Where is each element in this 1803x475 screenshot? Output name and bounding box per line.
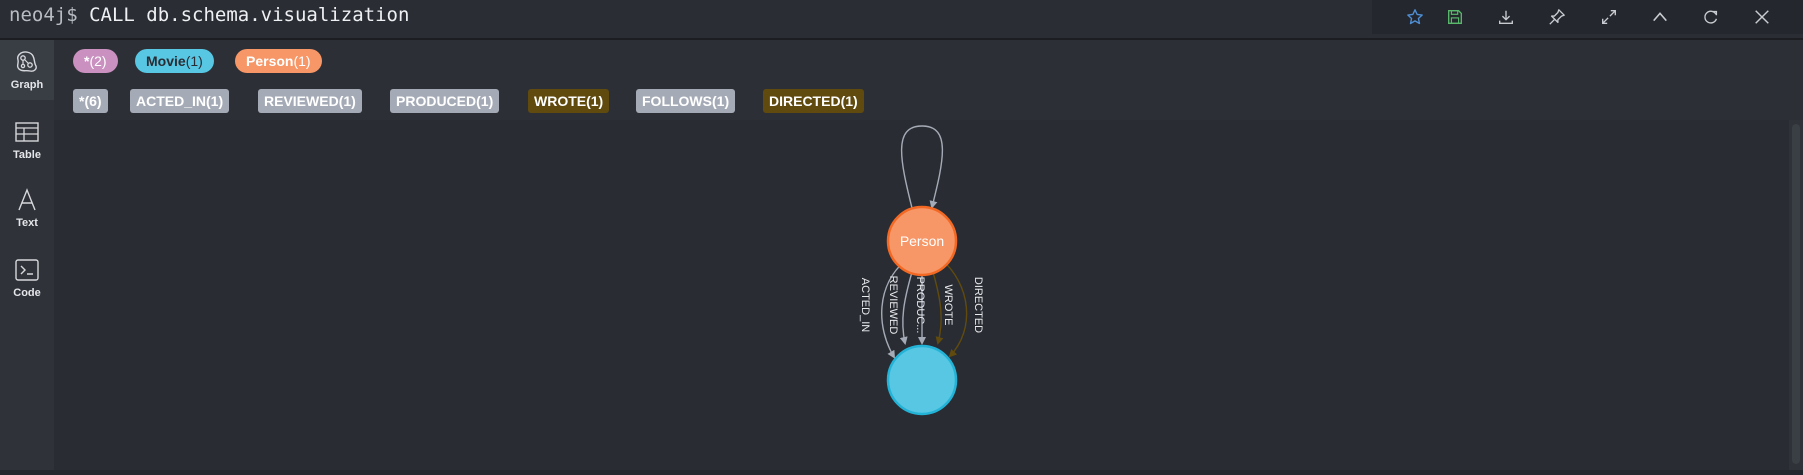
legend-rel-wrote[interactable]: WROTE(1) [528, 89, 610, 113]
sidebar-item-label: Text [16, 217, 38, 229]
edge-label-produced: PRODUC... [914, 277, 926, 334]
node-person-label: Person [900, 233, 944, 249]
legend-rel-directed[interactable]: DIRECTED(1) [763, 89, 864, 113]
edge-reviewed[interactable] [899, 271, 913, 345]
table-icon [15, 122, 39, 142]
node-movie[interactable] [886, 344, 958, 416]
download-icon [1499, 10, 1513, 24]
refresh-icon [1704, 10, 1718, 24]
edge-wrote[interactable] [932, 271, 944, 345]
vertical-scrollbar[interactable] [1789, 120, 1803, 470]
sidebar-item-label: Graph [10, 79, 44, 91]
sidebar-item-code[interactable]: Code [0, 248, 54, 308]
pin-button[interactable] [1540, 2, 1574, 32]
legend-rel-follows[interactable]: FOLLOWS(1) [636, 89, 736, 113]
prompt-label: neo4j$ [9, 4, 78, 26]
text-icon [18, 188, 36, 211]
edge-label-acted-in: ACTED_IN [859, 278, 871, 332]
view-sidebar: Graph Table Text Code [0, 40, 54, 470]
download-button[interactable] [1489, 2, 1523, 32]
sidebar-item-label: Table [13, 149, 41, 161]
graph-svg[interactable]: ACTED_IN REVIEWED PRODUC... WROTE DIRECT… [54, 120, 1789, 470]
graph-canvas[interactable]: ACTED_IN REVIEWED PRODUC... WROTE DIRECT… [54, 120, 1789, 470]
frame-toolbar [1372, 0, 1803, 34]
favorite-button[interactable] [1398, 2, 1432, 32]
collapse-button[interactable] [1643, 2, 1677, 32]
collapse-icon [1653, 12, 1667, 22]
legend-rel-all[interactable]: *(6) [73, 89, 108, 113]
save-button[interactable] [1438, 2, 1472, 32]
pin-icon [1549, 9, 1565, 25]
scrollbar-thumb[interactable] [1792, 124, 1800, 464]
close-icon [1755, 10, 1769, 24]
legend-rel-acted-in[interactable]: ACTED_IN(1) [130, 89, 230, 113]
sidebar-item-table[interactable]: Table [0, 110, 54, 170]
legend-rel-reviewed[interactable]: REVIEWED(1) [258, 89, 362, 113]
legend-node-all[interactable]: *(2) [73, 49, 118, 73]
close-frame-button[interactable] [1745, 2, 1779, 32]
fullscreen-button[interactable] [1592, 2, 1626, 32]
graph-icon [16, 51, 37, 72]
sidebar-item-text[interactable]: Text [0, 178, 54, 238]
edge-label-directed: DIRECTED [972, 277, 984, 333]
sidebar-item-label: Code [13, 287, 41, 299]
query-editor[interactable]: neo4j$ CALL db.schema.visualization [9, 4, 409, 26]
edge-label-reviewed: REVIEWED [887, 276, 899, 335]
edge-label-wrote: WROTE [942, 285, 954, 326]
query-text: CALL db.schema.visualization [89, 4, 410, 26]
star-icon [1407, 9, 1423, 25]
edge-follows-loop[interactable] [900, 125, 944, 209]
editor-bar: neo4j$ CALL db.schema.visualization [0, 0, 1803, 38]
code-icon [15, 259, 39, 281]
rerun-button[interactable] [1694, 2, 1728, 32]
legend-node-movie[interactable]: Movie(1) [135, 49, 214, 73]
legend-rel-produced[interactable]: PRODUCED(1) [390, 89, 500, 113]
legend-node-person[interactable]: Person(1) [235, 49, 322, 73]
save-icon [1448, 10, 1462, 24]
expand-icon [1602, 10, 1616, 24]
sidebar-item-graph[interactable]: Graph [0, 40, 54, 100]
